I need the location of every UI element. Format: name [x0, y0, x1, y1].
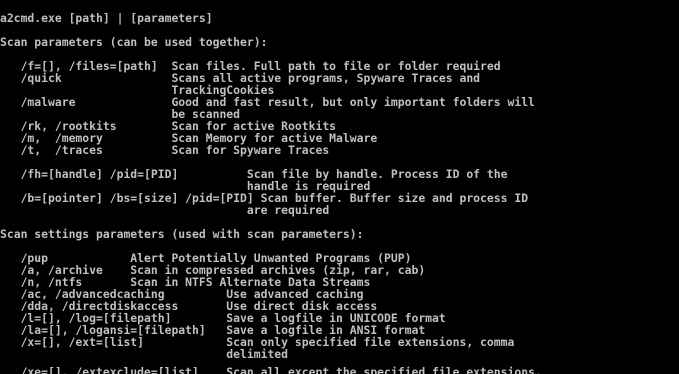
usage-line: a2cmd.exe [path] | [parameters]: [0, 11, 213, 25]
console-window[interactable]: a2cmd.exe [path] | [parameters] Scan par…: [0, 0, 679, 374]
param-line-buffer-cont: are required: [0, 203, 330, 217]
section-heading-scan-parameters: Scan parameters (can be used together):: [0, 35, 268, 49]
setting-line-ext-cont: delimited: [0, 347, 289, 361]
param-line-traces: /t, /traces Scan for Spyware Traces: [0, 143, 330, 157]
section-heading-scan-settings: Scan settings parameters (used with scan…: [0, 227, 364, 241]
setting-line-extexclude: /xe=[], /extexclude=[list] Scan all exce…: [0, 365, 542, 374]
